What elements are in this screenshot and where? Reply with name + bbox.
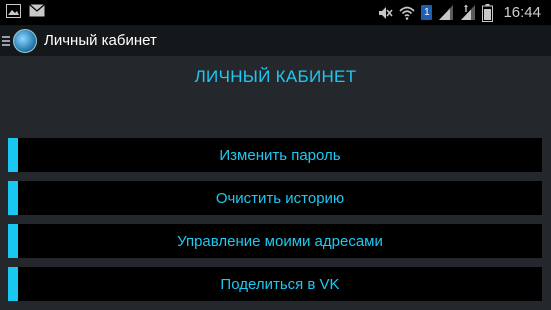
mute-icon	[379, 6, 394, 19]
button-accent-bar	[8, 138, 18, 172]
wifi-icon	[399, 6, 416, 20]
change-password-button[interactable]: Изменить пароль	[8, 138, 542, 172]
app-logo-icon[interactable]	[13, 28, 37, 53]
signal-icon-sim1	[439, 5, 454, 20]
button-accent-bar	[8, 181, 18, 215]
clock: 16:44	[503, 4, 541, 21]
action-bar-title: Личный кабинет	[44, 32, 157, 49]
image-icon	[6, 4, 21, 18]
share-vk-button[interactable]: Поделиться в VK	[8, 267, 542, 301]
share-vk-label: Поделиться в VK	[220, 275, 340, 293]
email-icon	[29, 4, 45, 17]
clear-history-label: Очистить историю	[215, 189, 345, 207]
page-title: ЛИЧНЫЙ КАБИНЕТ	[194, 67, 357, 86]
button-accent-bar	[8, 224, 18, 258]
sim1-badge: 1	[421, 5, 433, 20]
battery-icon	[482, 3, 494, 22]
change-password-label: Изменить пароль	[219, 146, 341, 164]
menu-icon[interactable]	[2, 35, 10, 46]
clear-history-button[interactable]: Очистить историю	[8, 181, 542, 215]
button-accent-bar	[8, 267, 18, 301]
manage-addresses-button[interactable]: Управление моими адресами	[8, 224, 542, 258]
manage-addresses-label: Управление моими адресами	[177, 232, 383, 250]
signal-icon-sim2	[461, 4, 476, 20]
status-bar: 1 16:44	[0, 0, 551, 25]
action-bar: Личный кабинет	[0, 25, 551, 56]
